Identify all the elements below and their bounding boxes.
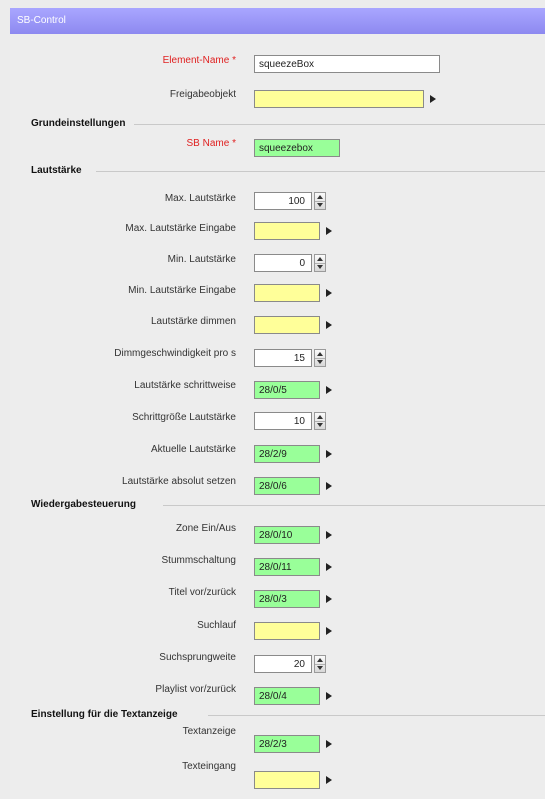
zone-arrow-icon[interactable] — [321, 526, 337, 544]
max-lautstaerke-spinner-icon[interactable] — [314, 192, 326, 210]
min-lautstaerke-eingabe-label: Min. Lautstärke Eingabe — [128, 285, 236, 296]
section-divider — [134, 124, 545, 125]
textanzeige-arrow-icon[interactable] — [321, 735, 337, 753]
aktuelle-lautstaerke-arrow-icon[interactable] — [321, 445, 337, 463]
sb-name-field[interactable]: squeezebox — [254, 139, 340, 157]
min-lautstaerke-label: Min. Lautstärke — [167, 254, 236, 265]
textanzeige-label: Textanzeige — [182, 726, 236, 737]
form-panel: Element-Name * squeezeBox Freigabeobjekt… — [10, 34, 545, 799]
stummschaltung-field[interactable]: 28/0/11 — [254, 558, 320, 576]
element-name-label: Element-Name * — [162, 55, 236, 66]
lautstaerke-dimmen-field[interactable] — [254, 316, 320, 334]
freigabeobjekt-label: Freigabeobjekt — [169, 89, 236, 100]
lautstaerke-schrittweise-arrow-icon[interactable] — [321, 381, 337, 399]
section-grundeinstellungen: Grundeinstellungen — [31, 118, 126, 129]
max-lautstaerke-eingabe-label: Max. Lautstärke Eingabe — [125, 223, 236, 234]
schrittgroesse-label: Schrittgröße Lautstärke — [132, 412, 236, 423]
suchsprungweite-spinner-icon[interactable] — [314, 655, 326, 673]
section-wiedergabesteuerung: Wiedergabesteuerung — [31, 499, 136, 510]
lautstaerke-absolut-field[interactable]: 28/0/6 — [254, 477, 320, 495]
playlist-label: Playlist vor/zurück — [155, 684, 236, 695]
texteingang-arrow-icon[interactable] — [321, 771, 337, 789]
max-lautstaerke-label: Max. Lautstärke — [164, 193, 236, 204]
titel-label: Titel vor/zurück — [168, 587, 236, 598]
min-lautstaerke-eingabe-arrow-icon[interactable] — [321, 284, 337, 302]
min-lautstaerke-field[interactable]: 0 — [254, 254, 312, 272]
sb-name-label: SB Name * — [186, 138, 236, 149]
min-lautstaerke-spinner-icon[interactable] — [314, 254, 326, 272]
suchlauf-field[interactable] — [254, 622, 320, 640]
dimmgeschwindigkeit-spinner-icon[interactable] — [314, 349, 326, 367]
min-lautstaerke-eingabe-field[interactable] — [254, 284, 320, 302]
aktuelle-lautstaerke-label: Aktuelle Lautstärke — [150, 444, 236, 455]
max-lautstaerke-field[interactable]: 100 — [254, 192, 312, 210]
dimmgeschwindigkeit-label: Dimmgeschwindigkeit pro s — [114, 348, 236, 359]
freigabeobjekt-arrow-icon[interactable] — [425, 90, 441, 108]
texteingang-label: Texteingang — [182, 761, 236, 772]
schrittgroesse-spinner-icon[interactable] — [314, 412, 326, 430]
section-divider — [96, 171, 545, 172]
textanzeige-field[interactable]: 28/2/3 — [254, 735, 320, 753]
max-lautstaerke-eingabe-field[interactable] — [254, 222, 320, 240]
dimmgeschwindigkeit-field[interactable]: 15 — [254, 349, 312, 367]
suchsprungweite-label: Suchsprungweite — [159, 652, 236, 663]
suchlauf-label: Suchlauf — [197, 620, 236, 631]
playlist-arrow-icon[interactable] — [321, 687, 337, 705]
suchsprungweite-field[interactable]: 20 — [254, 655, 312, 673]
texteingang-field[interactable] — [254, 771, 320, 789]
lautstaerke-dimmen-label: Lautstärke dimmen — [150, 316, 236, 327]
stummschaltung-arrow-icon[interactable] — [321, 558, 337, 576]
lautstaerke-absolut-label: Lautstärke absolut setzen — [122, 476, 236, 487]
aktuelle-lautstaerke-field[interactable]: 28/2/9 — [254, 445, 320, 463]
playlist-field[interactable]: 28/0/4 — [254, 687, 320, 705]
section-divider — [208, 715, 545, 716]
schrittgroesse-field[interactable]: 10 — [254, 412, 312, 430]
lautstaerke-schrittweise-field[interactable]: 28/0/5 — [254, 381, 320, 399]
lautstaerke-schrittweise-label: Lautstärke schrittweise — [134, 380, 236, 391]
stummschaltung-label: Stummschaltung — [161, 555, 236, 566]
titel-field[interactable]: 28/0/3 — [254, 590, 320, 608]
window-title: SB-Control — [17, 15, 66, 26]
max-lautstaerke-eingabe-arrow-icon[interactable] — [321, 222, 337, 240]
lautstaerke-absolut-arrow-icon[interactable] — [321, 477, 337, 495]
section-divider — [163, 505, 545, 506]
lautstaerke-dimmen-arrow-icon[interactable] — [321, 316, 337, 334]
suchlauf-arrow-icon[interactable] — [321, 622, 337, 640]
zone-label: Zone Ein/Aus — [175, 523, 236, 534]
freigabeobjekt-field[interactable] — [254, 90, 424, 108]
window-title-bar: SB-Control — [10, 8, 545, 34]
section-textanzeige: Einstellung für die Textanzeige — [31, 709, 178, 720]
section-lautstaerke: Lautstärke — [31, 165, 82, 176]
element-name-field[interactable]: squeezeBox — [254, 55, 440, 73]
titel-arrow-icon[interactable] — [321, 590, 337, 608]
zone-field[interactable]: 28/0/10 — [254, 526, 320, 544]
